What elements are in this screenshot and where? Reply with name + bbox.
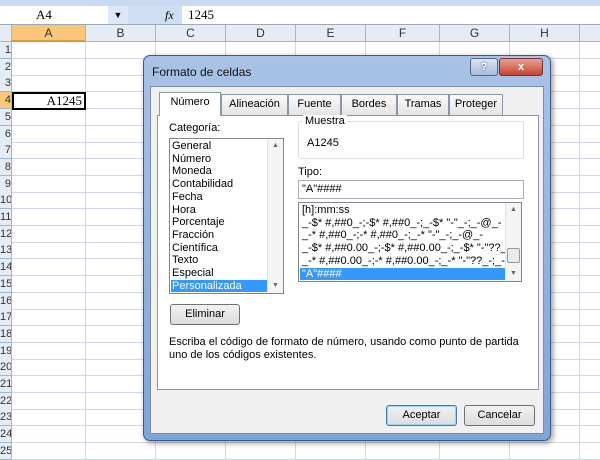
grid-line xyxy=(579,42,580,460)
category-item[interactable]: Fracción xyxy=(171,229,268,242)
sample-group: Muestra A1245 xyxy=(298,115,524,159)
column-header-h[interactable]: H xyxy=(510,25,580,42)
close-button[interactable]: x xyxy=(499,58,543,76)
insert-function-icon[interactable]: fx xyxy=(165,6,181,24)
category-scrollbar[interactable]: ▲ ▼ xyxy=(267,139,283,293)
grid-line xyxy=(12,442,600,444)
help-button[interactable]: ? xyxy=(470,58,498,76)
sample-label: Muestra xyxy=(303,115,347,127)
row-header-14[interactable]: 14 xyxy=(0,259,12,277)
row-header-25[interactable]: 25 xyxy=(0,442,12,460)
category-item[interactable]: Personalizada xyxy=(171,279,268,293)
row-header-17[interactable]: 17 xyxy=(0,309,12,327)
row-header-3[interactable]: 3 xyxy=(0,75,12,93)
select-all-corner[interactable] xyxy=(0,25,12,42)
category-item[interactable]: Moneda xyxy=(171,165,268,178)
dialog-body: Número Alineación Fuente Bordes Tramas Proteg… xyxy=(150,86,544,434)
row-header-7[interactable]: 7 xyxy=(0,142,12,160)
column-header-c[interactable]: C xyxy=(156,25,226,42)
tab-5[interactable]: Tramas xyxy=(397,94,449,115)
tab-2[interactable]: Alineación xyxy=(221,94,288,115)
row-header-10[interactable]: 10 xyxy=(0,192,12,210)
row-header-15[interactable]: 15 xyxy=(0,275,12,293)
chevron-down-icon[interactable]: ▼ xyxy=(108,6,128,24)
format-scrollbar[interactable]: ▲ ▼ xyxy=(505,203,521,281)
row-header-23[interactable]: 23 xyxy=(0,409,12,427)
row-header-11[interactable]: 11 xyxy=(0,209,12,226)
row-header-18[interactable]: 18 xyxy=(0,325,12,343)
category-item[interactable]: Fecha xyxy=(171,191,268,204)
scroll-thumb[interactable] xyxy=(507,248,520,263)
format-cells-dialog: Formato de celdas ? x Número Alineación Fu… xyxy=(143,55,551,441)
category-item[interactable]: Contabilidad xyxy=(171,178,268,191)
tab-4[interactable]: Bordes xyxy=(341,94,397,115)
format-item[interactable]: _-$* #,##0.00_-;-$* #,##0.00_-;_-$* "-"?… xyxy=(300,242,506,255)
row-header-9[interactable]: 9 xyxy=(0,175,12,193)
row-header-24[interactable]: 24 xyxy=(0,426,12,444)
cancel-button[interactable]: Cancelar xyxy=(464,405,535,426)
tab-3[interactable]: Fuente xyxy=(288,94,341,115)
column-header-g[interactable]: G xyxy=(440,25,510,42)
row-header-21[interactable]: 21 xyxy=(0,376,12,393)
format-item[interactable]: _-* #,##0.00_-;-* #,##0.00_-;_-* "-"??_-… xyxy=(300,255,506,268)
row-header-16[interactable]: 16 xyxy=(0,292,12,310)
category-item[interactable]: Hora xyxy=(171,204,268,217)
scroll-up-icon[interactable]: ▲ xyxy=(268,139,283,153)
row-header-13[interactable]: 13 xyxy=(0,242,12,260)
category-item[interactable]: General xyxy=(171,140,268,153)
row-header-4[interactable]: 4 xyxy=(0,92,12,110)
format-list[interactable]: [h]:mm:ss _-$* #,##0_-;-$* #,##0_-;_-$* "… xyxy=(298,202,522,282)
formula-input[interactable]: 1245 xyxy=(182,6,600,24)
category-label: Categoría: xyxy=(169,122,221,134)
sample-value: A1245 xyxy=(307,137,339,149)
row-header-22[interactable]: 22 xyxy=(0,392,12,410)
scroll-down-icon[interactable]: ▼ xyxy=(506,267,521,281)
tab-6[interactable]: Proteger xyxy=(449,94,503,115)
column-header-f[interactable]: F xyxy=(366,25,440,42)
scroll-down-icon[interactable]: ▼ xyxy=(268,279,283,293)
column-header-b[interactable]: B xyxy=(86,25,156,42)
column-header-e[interactable]: E xyxy=(296,25,366,42)
column-header-d[interactable]: D xyxy=(226,25,296,42)
dialog-title: Formato de celdas xyxy=(152,65,252,79)
category-item[interactable]: Científica xyxy=(171,242,268,255)
format-item[interactable]: [h]:mm:ss xyxy=(300,204,506,217)
active-cell-a4[interactable]: A1245 xyxy=(12,92,86,110)
type-input[interactable]: "A"#### xyxy=(298,180,524,199)
category-item[interactable]: Especial xyxy=(171,267,268,280)
category-item[interactable]: Porcentaje xyxy=(171,216,268,229)
column-headers: ABCDEFGH xyxy=(0,25,600,42)
row-header-6[interactable]: 6 xyxy=(0,125,12,143)
scroll-up-icon[interactable]: ▲ xyxy=(506,203,521,217)
column-header-a[interactable]: A xyxy=(12,25,86,42)
format-item[interactable]: "A"#### xyxy=(300,267,506,281)
delete-button[interactable]: Eliminar xyxy=(170,304,240,325)
description-text: Escriba el código de formato de número, … xyxy=(169,336,519,361)
tab-panel-numero: Categoría: General Número Moneda Contabilid… xyxy=(157,115,539,390)
category-list[interactable]: General Número Moneda Contabilidad Fecha Hora… xyxy=(169,138,284,294)
category-item[interactable]: Texto xyxy=(171,254,268,267)
row-header-19[interactable]: 19 xyxy=(0,342,12,360)
row-header-2[interactable]: 2 xyxy=(0,58,12,76)
format-item[interactable]: _-$* #,##0_-;-$* #,##0_-;_-$* "-"_-;_-@_… xyxy=(300,217,506,230)
row-header-20[interactable]: 20 xyxy=(0,359,12,377)
row-header-12[interactable]: 12 xyxy=(0,225,12,243)
type-label: Tipo: xyxy=(298,166,323,178)
ok-button[interactable]: Aceptar xyxy=(386,405,457,426)
row-header-5[interactable]: 5 xyxy=(0,108,12,126)
row-header-8[interactable]: 8 xyxy=(0,158,12,176)
category-item[interactable]: Número xyxy=(171,153,268,166)
format-item[interactable]: _-* #,##0_-;-* #,##0_-;_-* "-"_-;_-@_- xyxy=(300,229,506,242)
tab-1[interactable]: Número xyxy=(159,92,221,116)
row-header-1[interactable]: 1 xyxy=(0,42,12,59)
